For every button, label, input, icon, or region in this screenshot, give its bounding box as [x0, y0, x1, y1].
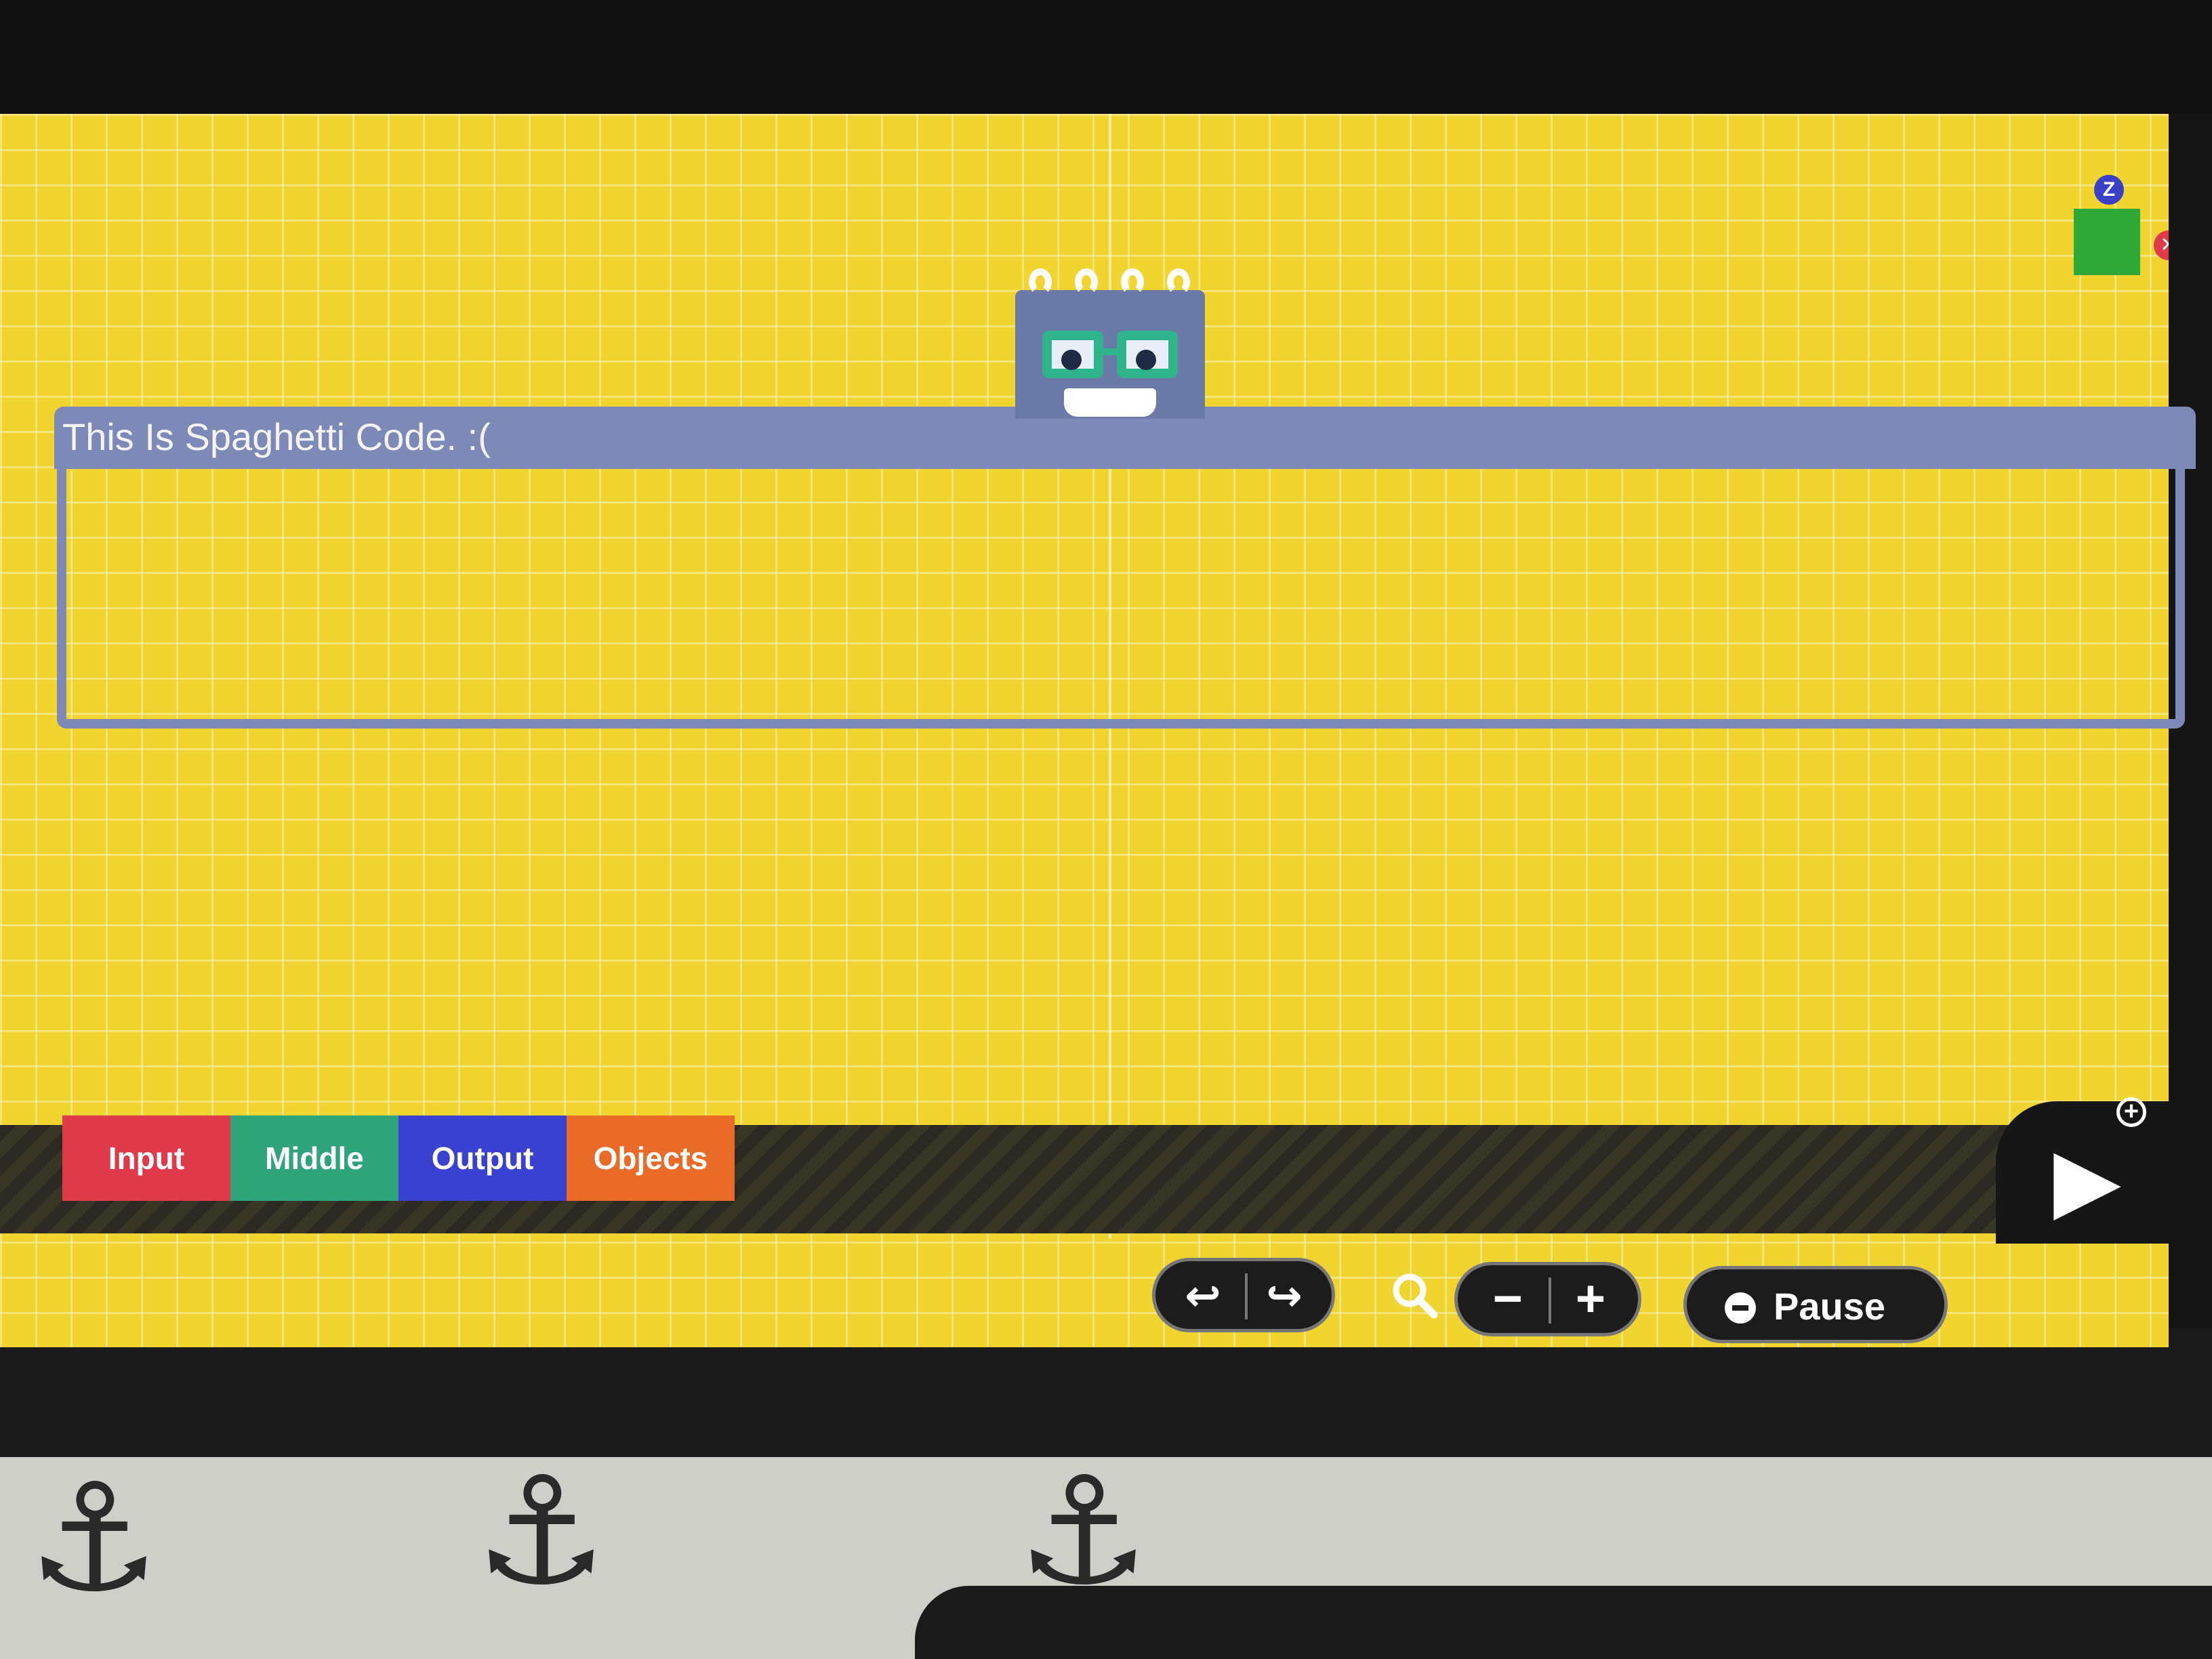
category-tab-output[interactable]: Output — [398, 1115, 567, 1201]
comment-title[interactable]: This Is Spaghetti Code. :( — [62, 415, 491, 459]
pause-icon — [1725, 1292, 1756, 1324]
monitor-bezel-top — [0, 0, 2212, 114]
pupil — [1061, 350, 1082, 370]
mascot-teeth — [1064, 388, 1156, 417]
binder-ring-icon — [1121, 268, 1144, 295]
search-icon[interactable] — [1388, 1269, 1442, 1323]
desk-shadow — [915, 1586, 2212, 1659]
undo-icon[interactable]: ↩ — [1176, 1271, 1230, 1322]
category-tab-input[interactable]: Input — [62, 1115, 230, 1201]
divider — [1549, 1277, 1551, 1324]
anchor-icon: ⚓ — [474, 1448, 609, 1615]
pause-label: Pause — [1774, 1285, 1885, 1328]
redo-icon[interactable]: ↪ — [1257, 1271, 1311, 1322]
pupil — [1136, 350, 1156, 370]
z-pin-icon[interactable]: Z — [2094, 175, 2124, 205]
glasses-lens-left — [1042, 331, 1103, 378]
glasses-mascot-icon — [1015, 268, 1205, 419]
binder-ring-icon — [1075, 268, 1098, 295]
category-tab-middle[interactable]: Middle — [230, 1115, 398, 1201]
add-icon[interactable]: + — [2116, 1097, 2146, 1127]
play-icon[interactable]: ▶ — [2043, 1135, 2131, 1223]
play-panel: ▶ + — [1996, 1097, 2169, 1244]
divider — [1245, 1273, 1248, 1319]
category-tab-objects[interactable]: Objects — [567, 1115, 735, 1201]
undo-redo-group: ↩ ↪ — [1152, 1258, 1335, 1332]
zoom-group: − + — [1454, 1262, 1641, 1336]
anchor-icon: ⚓ — [27, 1455, 161, 1622]
binder-ring-icon — [1029, 268, 1052, 295]
glasses-lens-right — [1117, 331, 1178, 378]
zoom-in-button[interactable]: + — [1563, 1269, 1618, 1328]
zoom-out-button[interactable]: − — [1481, 1269, 1535, 1328]
close-icon[interactable]: ✕ — [2154, 230, 2169, 260]
glasses-bridge — [1103, 348, 1118, 355]
anchor-icon: ⚓ — [1017, 1448, 1151, 1615]
pause-button[interactable]: Pause — [1683, 1266, 1948, 1343]
binder-ring-icon — [1167, 268, 1190, 295]
selected-object-square[interactable] — [2074, 209, 2140, 275]
